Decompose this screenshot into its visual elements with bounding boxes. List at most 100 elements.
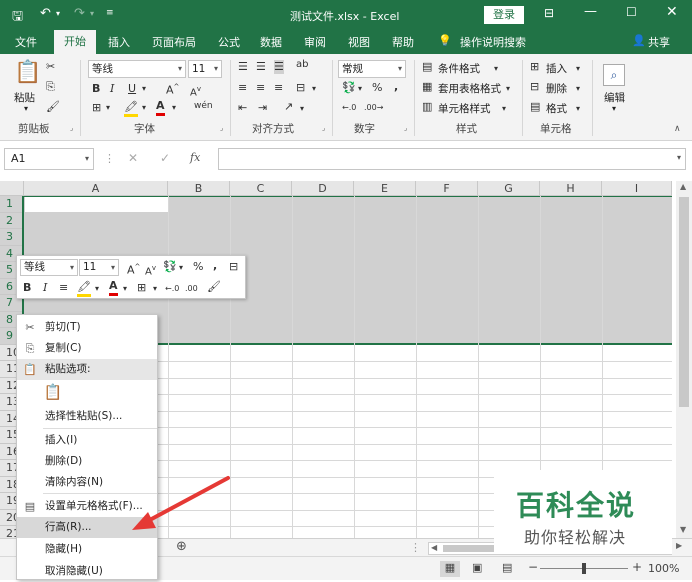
mini-bold-icon[interactable]: B [23, 281, 31, 295]
ribbon-display-icon[interactable]: ⊟ [544, 6, 554, 20]
paste-icon[interactable]: 📋 [14, 60, 41, 85]
number-format-combo[interactable]: 常规 ▾ [338, 60, 406, 78]
align-bottom-icon[interactable]: ☰ [274, 60, 284, 74]
collapse-ribbon-icon[interactable]: ∧ [674, 124, 681, 134]
format-cells-dropdown-icon[interactable]: ▾ [576, 102, 580, 116]
cancel-entry-icon[interactable]: ✕ [128, 151, 138, 165]
orientation-icon[interactable]: ↗ [284, 100, 293, 114]
page-break-view-icon[interactable]: ▤ [502, 561, 512, 574]
font-color-icon[interactable]: A [156, 99, 165, 116]
font-launcher-icon[interactable]: ⌟ [220, 124, 223, 132]
mini-accounting-icon[interactable]: 💱 [163, 260, 177, 274]
column-header-g[interactable]: G [478, 181, 540, 196]
underline-dropdown-icon[interactable]: ▾ [142, 82, 146, 96]
mini-increase-font-icon[interactable]: A^ [127, 260, 140, 278]
redo-dropdown-icon[interactable]: ▾ [90, 9, 94, 18]
mini-italic-icon[interactable]: I [43, 281, 47, 295]
vertical-scrollbar[interactable]: ▲ ▼ [676, 181, 692, 538]
mini-merge-icon[interactable]: ⊟ [229, 260, 238, 274]
close-icon[interactable]: ✕ [666, 4, 678, 20]
insert-cells-icon[interactable]: ⊞ [530, 60, 539, 74]
phonetic-icon[interactable]: wén [194, 99, 213, 113]
tell-me-search[interactable]: 操作说明搜索 [460, 34, 526, 50]
insert-cells-button[interactable]: 插入 [546, 61, 567, 76]
customize-qat-icon[interactable]: ≡ [106, 8, 114, 18]
paste-values-option-icon[interactable]: 📋 [43, 383, 63, 405]
mini-font-name-combo[interactable]: 等线 ▾ [20, 259, 78, 276]
merge-dropdown-icon[interactable]: ▾ [312, 82, 316, 96]
mini-percent-icon[interactable]: % [193, 260, 203, 274]
zoom-slider-thumb[interactable] [582, 563, 586, 574]
maximize-icon[interactable]: ☐ [626, 5, 637, 19]
decrease-indent-icon[interactable]: ⇤ [238, 101, 247, 115]
select-all-corner[interactable] [0, 181, 24, 196]
mini-font-size-dropdown-icon[interactable]: ▾ [111, 260, 115, 275]
format-cells-button[interactable]: 格式 [546, 101, 567, 116]
scroll-down-icon[interactable]: ▼ [680, 525, 686, 534]
menu-item-delete[interactable]: 删除(D) [17, 451, 157, 472]
cut-icon[interactable]: ✂ [46, 60, 55, 74]
column-header-f[interactable]: F [416, 181, 478, 196]
column-header-i[interactable]: I [602, 181, 672, 196]
zoom-in-icon[interactable]: + [632, 560, 642, 574]
merge-center-icon[interactable]: ⊟ [296, 81, 305, 95]
tab-formulas[interactable]: 公式 [218, 34, 240, 50]
format-as-table-button[interactable]: 套用表格格式 [438, 81, 501, 96]
align-left-icon[interactable]: ≡ [238, 81, 247, 95]
underline-icon[interactable]: U [128, 82, 136, 96]
active-cell-a1[interactable] [25, 196, 168, 212]
fill-color-icon[interactable]: 🖍 [124, 100, 138, 117]
tab-insert[interactable]: 插入 [108, 34, 130, 50]
decrease-font-icon[interactable]: Av [190, 82, 201, 100]
increase-decimal-icon[interactable]: ←.0 [342, 101, 356, 115]
tab-page-layout[interactable]: 页面布局 [152, 34, 196, 50]
mini-font-size-combo[interactable]: 11 ▾ [79, 259, 119, 276]
menu-item-insert[interactable]: 插入(I) [17, 430, 157, 451]
font-color-dropdown-icon[interactable]: ▾ [172, 101, 176, 115]
zoom-level[interactable]: 100% [648, 562, 679, 575]
delete-cells-dropdown-icon[interactable]: ▾ [576, 82, 580, 96]
increase-indent-icon[interactable]: ⇥ [258, 101, 267, 115]
scroll-right-icon[interactable]: ▶ [676, 541, 682, 550]
number-launcher-icon[interactable]: ⌟ [404, 124, 407, 132]
mini-comma-icon[interactable]: , [213, 259, 217, 273]
mini-font-name-dropdown-icon[interactable]: ▾ [70, 260, 74, 275]
share-button[interactable]: 共享 [648, 34, 670, 50]
zoom-out-icon[interactable]: − [528, 560, 538, 574]
name-box[interactable]: A1 ▾ [4, 148, 94, 170]
decrease-decimal-icon[interactable]: .00→ [364, 101, 383, 115]
scroll-up-icon[interactable]: ▲ [680, 182, 686, 191]
accounting-format-icon[interactable]: 💱 [342, 81, 356, 95]
orientation-dropdown-icon[interactable]: ▾ [300, 102, 304, 116]
cell-styles-icon[interactable]: ▥ [422, 100, 432, 114]
tab-splitter-icon[interactable]: ⋮ [410, 541, 421, 554]
name-box-dropdown-icon[interactable]: ▾ [85, 149, 89, 169]
mini-borders-dropdown-icon[interactable]: ▾ [153, 282, 157, 296]
paste-label[interactable]: 粘贴 [14, 90, 35, 105]
column-header-d[interactable]: D [292, 181, 354, 196]
cell-styles-button[interactable]: 单元格样式 [438, 101, 491, 116]
wrap-text-icon[interactable]: ab [296, 58, 308, 72]
borders-dropdown-icon[interactable]: ▾ [106, 101, 110, 115]
formula-bar-splitter-icon[interactable]: ⋮ [104, 152, 115, 165]
copy-icon[interactable]: ⎘ [46, 80, 55, 94]
tab-file[interactable]: 文件 [15, 34, 37, 50]
delete-cells-button[interactable]: 删除 [546, 81, 567, 96]
insert-function-icon[interactable]: fx [190, 151, 200, 164]
align-top-icon[interactable]: ☰ [238, 60, 248, 74]
minimize-icon[interactable]: — [584, 4, 597, 19]
mini-font-color-icon[interactable]: A [109, 279, 118, 296]
menu-item-paste-special[interactable]: 选择性粘贴(S)... [17, 406, 157, 427]
format-cells-icon[interactable]: ▤ [530, 100, 540, 114]
align-center-icon[interactable]: ≡ [256, 81, 265, 95]
borders-icon[interactable]: ⊞ [92, 101, 101, 115]
mini-borders-icon[interactable]: ⊞ [137, 281, 146, 295]
conditional-format-button[interactable]: 条件格式 [438, 61, 480, 76]
mini-fill-color-icon[interactable]: 🖍 [77, 280, 91, 297]
page-layout-view-icon[interactable]: ▣ [472, 561, 482, 574]
normal-view-icon[interactable]: ▦ [440, 561, 460, 577]
column-header-e[interactable]: E [354, 181, 416, 196]
tab-review[interactable]: 审阅 [304, 34, 326, 50]
mini-font-color-dropdown-icon[interactable]: ▾ [123, 282, 127, 296]
row-header-2[interactable]: 2 [0, 212, 24, 229]
